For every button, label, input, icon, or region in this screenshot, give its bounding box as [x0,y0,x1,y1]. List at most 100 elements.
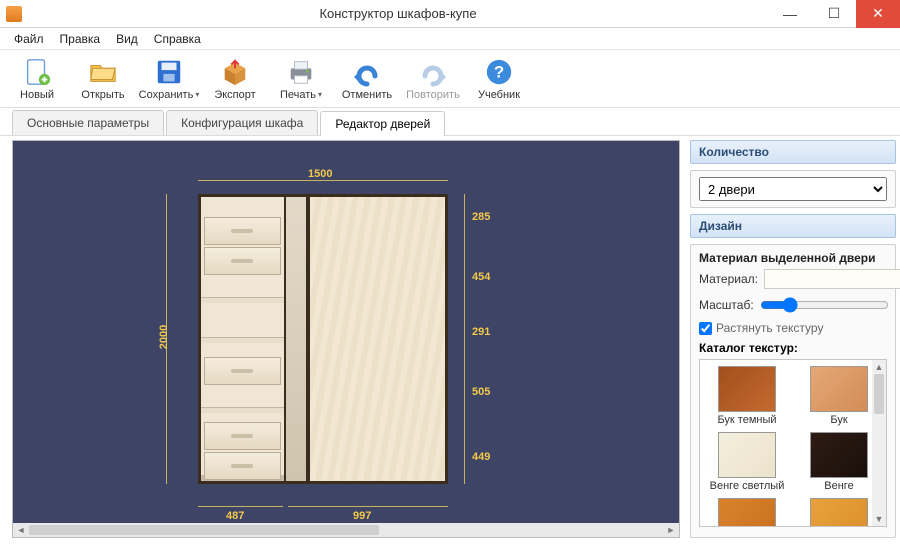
texture-caption: Бук темный [717,414,776,426]
file-new-icon [21,56,53,88]
scale-label: Масштаб: [699,298,754,312]
shelf [201,407,284,413]
toolbar: Новый Открыть Сохранить▾ Экспорт Печать▾… [0,50,900,108]
horizontal-scrollbar[interactable]: ◄ ► [13,523,679,537]
open-label: Открыть [81,89,124,101]
dim-bottom-right: 997 [353,510,371,522]
export-button[interactable]: Экспорт [206,56,264,101]
wardrobe-rail-section [284,197,308,481]
tutorial-label: Учебник [478,89,520,101]
shelf [201,297,284,303]
menubar: Файл Правка Вид Справка [0,28,900,50]
texture-item[interactable]: Венге [798,432,880,492]
wardrobe[interactable] [198,194,448,484]
design-header: Дизайн [690,214,896,238]
tab-config[interactable]: Конфигурация шкафа [166,110,318,135]
texture-swatch [810,498,868,527]
chevron-down-icon[interactable]: ▾ [195,90,199,99]
svg-text:?: ? [494,63,504,82]
drawer [204,452,281,480]
redo-button[interactable]: Повторить [404,56,462,101]
floppy-icon [153,56,185,88]
app-icon [6,6,22,22]
stretch-checkbox[interactable] [699,322,712,335]
side-panel: Количество 2 двери Дизайн Материал выдел… [690,140,896,538]
redo-label: Повторить [406,89,460,101]
box-export-icon [219,56,251,88]
scroll-thumb[interactable] [29,525,379,535]
print-label: Печать [280,89,316,101]
tab-params[interactable]: Основные параметры [12,110,164,135]
shelf [201,337,284,343]
dim-seg-0: 285 [472,211,490,223]
menu-help[interactable]: Справка [146,30,209,48]
menu-file[interactable]: Файл [6,30,52,48]
texture-swatch [718,498,776,527]
chevron-down-icon[interactable]: ▾ [318,90,322,99]
scale-slider[interactable] [760,297,889,313]
dim-seg-1: 454 [472,271,490,283]
material-input[interactable] [764,269,900,289]
save-label: Сохранить [139,89,194,101]
dim-height-total: 2000 [158,325,170,349]
drawer [204,217,281,245]
wardrobe-left-section [201,197,284,481]
material-section-title: Материал выделенной двери [699,251,887,265]
drawer [204,422,281,450]
dim-seg-4: 449 [472,451,490,463]
scroll-down-icon[interactable]: ▼ [872,512,886,526]
folder-open-icon [87,56,119,88]
window-title: Конструктор шкафов-купе [319,6,476,21]
titlebar: Конструктор шкафов-купе — ☐ ✕ [0,0,900,28]
undo-label: Отменить [342,89,392,101]
new-button[interactable]: Новый [8,56,66,101]
menu-view[interactable]: Вид [108,30,146,48]
drawer [204,247,281,275]
tabs: Основные параметры Конфигурация шкафа Ре… [0,108,900,136]
texture-swatch [718,366,776,412]
save-button[interactable]: Сохранить▾ [140,56,198,101]
texture-item[interactable] [798,498,880,527]
stretch-label: Растянуть текстуру [716,321,823,335]
redo-icon [417,56,449,88]
texture-caption: Венге светлый [710,480,785,492]
drawer [204,357,281,385]
scroll-up-icon[interactable]: ▲ [872,360,886,374]
open-button[interactable]: Открыть [74,56,132,101]
scroll-thumb[interactable] [874,374,884,414]
texture-caption: Венге [824,480,853,492]
texture-swatch [718,432,776,478]
texture-swatch [810,366,868,412]
door-count-select[interactable]: 2 двери [699,177,887,201]
menu-edit[interactable]: Правка [52,30,109,48]
minimize-button[interactable]: — [768,0,812,28]
undo-button[interactable]: Отменить [338,56,396,101]
help-icon: ? [483,56,515,88]
texture-catalog: Бук темный Бук Венге светлый Венге ▲ ▼ [699,359,887,527]
catalog-scrollbar[interactable]: ▲ ▼ [872,360,886,526]
material-label: Материал: [699,272,758,286]
tutorial-button[interactable]: ? Учебник [470,56,528,101]
texture-swatch [810,432,868,478]
dim-seg-2: 291 [472,326,490,338]
design-canvas[interactable]: 1500 2000 487 [12,140,680,538]
dim-width-total: 1500 [308,168,332,180]
dim-seg-3: 505 [472,386,490,398]
quantity-header: Количество [690,140,896,164]
undo-icon [351,56,383,88]
texture-item[interactable]: Бук [798,366,880,426]
catalog-title: Каталог текстур: [699,341,887,355]
texture-caption: Бук [830,414,847,426]
wardrobe-door[interactable] [308,197,445,481]
texture-item[interactable]: Венге светлый [706,432,788,492]
close-button[interactable]: ✕ [856,0,900,28]
tab-doors[interactable]: Редактор дверей [320,111,445,136]
scroll-left-icon[interactable]: ◄ [13,523,29,537]
scroll-right-icon[interactable]: ► [663,523,679,537]
new-label: Новый [20,89,54,101]
texture-item[interactable] [706,498,788,527]
texture-item[interactable]: Бук темный [706,366,788,426]
printer-icon [285,56,317,88]
maximize-button[interactable]: ☐ [812,0,856,28]
print-button[interactable]: Печать▾ [272,56,330,101]
